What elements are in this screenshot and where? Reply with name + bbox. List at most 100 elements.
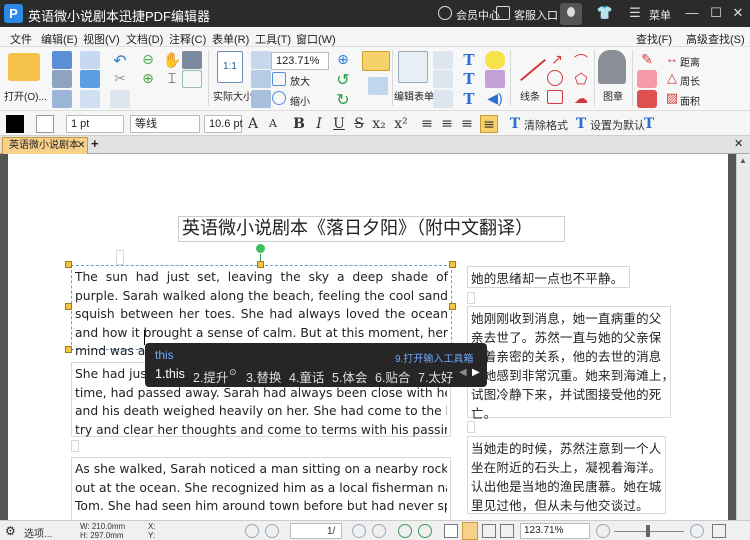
- edit-form-icon[interactable]: [398, 51, 428, 83]
- textbox-icon[interactable]: T: [459, 70, 479, 88]
- hand-tool-icon[interactable]: ✋: [162, 51, 182, 69]
- zoom-in-label[interactable]: 放大: [290, 73, 310, 88]
- zoom-in-status-icon[interactable]: [690, 524, 704, 538]
- attach-icon[interactable]: [485, 70, 505, 88]
- ime-candidate[interactable]: 5.体会: [332, 367, 367, 386]
- strikethrough-icon[interactable]: S: [350, 115, 368, 133]
- zoom-select[interactable]: 123.71%: [271, 52, 329, 70]
- print-icon[interactable]: [52, 70, 72, 88]
- menu-window[interactable]: 窗口(W): [296, 31, 336, 47]
- member-center-link[interactable]: 会员中心: [456, 7, 500, 23]
- zoom-slider-thumb[interactable]: [646, 525, 650, 537]
- typewriter-icon[interactable]: T: [459, 51, 479, 69]
- underline-icon[interactable]: U: [330, 115, 348, 133]
- go-forward-icon[interactable]: [418, 524, 432, 538]
- share-icon[interactable]: [80, 70, 100, 88]
- align-left-icon[interactable]: ≡: [418, 115, 436, 133]
- ime-candidate[interactable]: 3.替换: [246, 367, 281, 386]
- undo-icon[interactable]: ↶: [110, 51, 130, 70]
- new-document-icon[interactable]: [80, 51, 100, 69]
- menu-comment[interactable]: 注释(C): [169, 31, 206, 47]
- menu-view[interactable]: 视图(V): [83, 31, 120, 47]
- perimeter-icon[interactable]: △: [662, 70, 682, 88]
- open-label[interactable]: 打开(O)...: [4, 88, 47, 103]
- ime-candidate[interactable]: 4.童话: [289, 367, 324, 386]
- line-icon[interactable]: [520, 58, 546, 82]
- empty-text-box[interactable]: [116, 250, 124, 265]
- shirt-skin-icon[interactable]: 👕: [595, 4, 615, 22]
- options-button[interactable]: 选项...: [24, 525, 52, 540]
- ime-candidate[interactable]: 1.this: [155, 367, 185, 381]
- page-input[interactable]: 1/: [290, 523, 342, 539]
- stamp-icon[interactable]: [598, 50, 626, 84]
- continuous-page-icon[interactable]: [462, 522, 478, 540]
- note-icon[interactable]: [485, 51, 505, 69]
- font-shrink-icon[interactable]: A: [264, 115, 282, 133]
- menu-edit[interactable]: 编辑(E): [41, 31, 78, 47]
- clear-format-button[interactable]: 清除格式: [524, 117, 568, 133]
- align-center-icon[interactable]: ≡: [438, 115, 456, 133]
- eraser-icon[interactable]: [637, 70, 657, 88]
- tab-close-icon[interactable]: ✕: [77, 138, 85, 153]
- ellipse-icon[interactable]: [547, 70, 563, 86]
- fit-visible-icon[interactable]: [251, 90, 271, 108]
- zoom-status-select[interactable]: 123.71%: [520, 523, 590, 539]
- area-icon[interactable]: ▨: [662, 90, 682, 108]
- en-paragraph-1[interactable]: The sun had just set, leaving the sky a …: [71, 265, 452, 358]
- italic-icon[interactable]: I: [310, 115, 328, 133]
- rectangle-icon[interactable]: [547, 90, 563, 104]
- go-back-icon[interactable]: [398, 524, 412, 538]
- superscript-icon[interactable]: x²: [392, 115, 410, 133]
- new-tab-icon[interactable]: +: [91, 136, 99, 151]
- sound-icon[interactable]: ◀): [485, 90, 505, 108]
- table-icon[interactable]: [368, 77, 388, 95]
- perimeter-label[interactable]: 周长: [680, 73, 700, 88]
- menu-form[interactable]: 表单(R): [212, 31, 249, 47]
- resize-handle[interactable]: [449, 261, 456, 268]
- ime-candidate[interactable]: 7.太好: [418, 367, 453, 386]
- list-field-icon[interactable]: [433, 90, 453, 108]
- distance-label[interactable]: 距离: [680, 54, 700, 69]
- fit-width-icon[interactable]: [251, 70, 271, 88]
- polyline-icon[interactable]: ⌒: [571, 51, 591, 69]
- ime-toolbox-link[interactable]: 9.打开输入工具箱: [395, 350, 473, 365]
- advanced-find-button[interactable]: 高级查找(S): [686, 31, 745, 47]
- menu-icon[interactable]: ☰: [625, 4, 645, 22]
- distance-icon[interactable]: ↔: [662, 51, 682, 69]
- find-button[interactable]: 查找(F): [636, 31, 672, 47]
- resize-handle[interactable]: [65, 303, 72, 310]
- properties-icon[interactable]: [52, 90, 72, 108]
- polygon-icon[interactable]: ⬠: [571, 70, 591, 88]
- zoom-out-icon[interactable]: [272, 91, 286, 105]
- close-icon[interactable]: ✕: [728, 4, 748, 22]
- fit-page-icon[interactable]: [251, 51, 271, 69]
- justify-icon[interactable]: ≡: [480, 115, 498, 133]
- highlight-icon[interactable]: [637, 90, 657, 108]
- menu-file[interactable]: 文件: [10, 31, 32, 47]
- select-text-icon[interactable]: ⌶: [162, 70, 182, 88]
- set-default-icon[interactable]: T: [572, 115, 590, 133]
- open-folder-icon[interactable]: [8, 53, 40, 81]
- zh-paragraph-1[interactable]: 她的思绪却一点也不平静。: [467, 266, 630, 288]
- back-icon[interactable]: ⊖: [138, 51, 158, 69]
- menu-tools[interactable]: 工具(T): [255, 31, 291, 47]
- two-page-icon[interactable]: [482, 524, 496, 538]
- resize-handle[interactable]: [257, 261, 264, 268]
- ime-candidate[interactable]: 2.提升: [193, 367, 228, 386]
- scroll-up-icon[interactable]: ▲: [739, 156, 747, 165]
- export-icon[interactable]: [80, 90, 100, 108]
- align-right-icon[interactable]: ≡: [458, 115, 476, 133]
- maximize-icon[interactable]: ☐: [706, 4, 726, 22]
- checkbox-field-icon[interactable]: [433, 70, 453, 88]
- resize-handle[interactable]: [65, 261, 72, 268]
- select-tool-icon[interactable]: [362, 51, 390, 71]
- rotate-left-icon[interactable]: ↺: [333, 70, 353, 89]
- ime-prev-icon[interactable]: ◀: [459, 367, 467, 378]
- zh-paragraph-2[interactable]: 她刚刚收到消息，她一直病重的父 亲去世了。苏然一直与她的父亲保 持着亲密的关系，…: [467, 306, 671, 421]
- stamp-label[interactable]: 图章: [603, 88, 623, 103]
- empty-text-box[interactable]: [71, 440, 79, 452]
- zoom-out-status-icon[interactable]: [596, 524, 610, 538]
- select-area-icon[interactable]: [182, 70, 202, 88]
- last-page-icon[interactable]: [372, 524, 386, 538]
- snapshot-icon[interactable]: [182, 51, 202, 69]
